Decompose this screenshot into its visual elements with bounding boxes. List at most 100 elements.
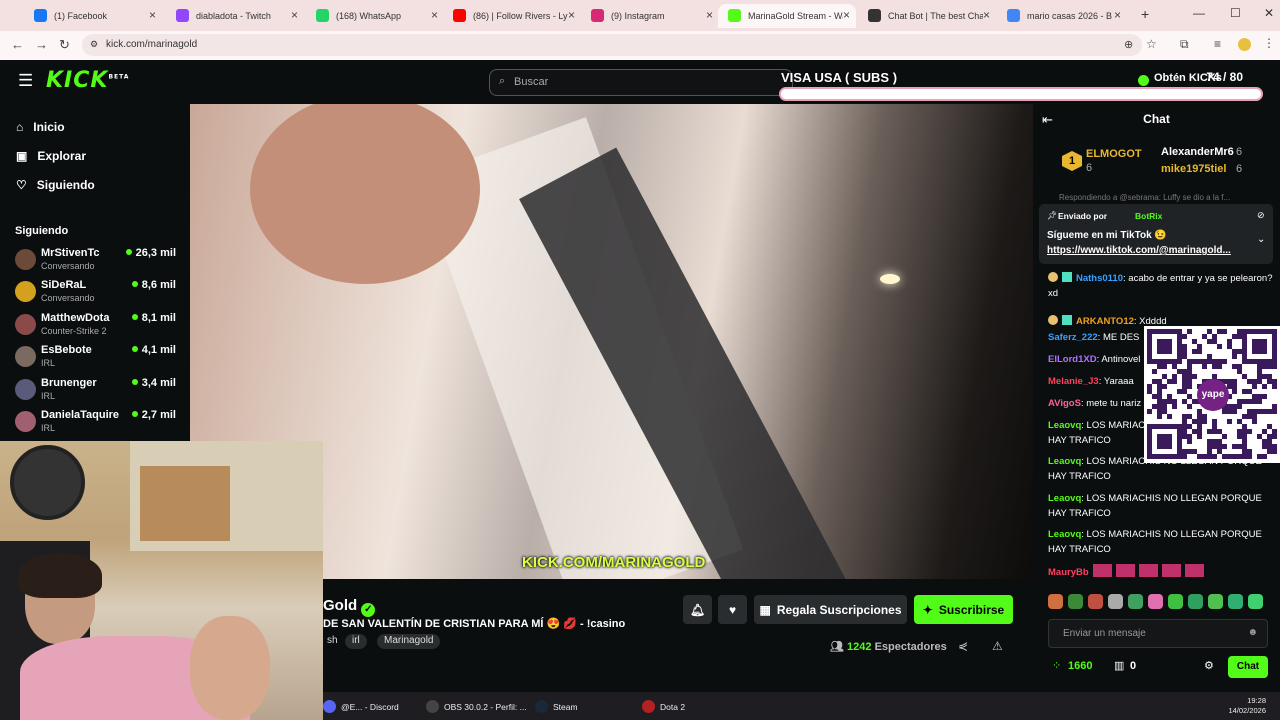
url-field[interactable]: ⚙ kick.com/marinagold xyxy=(82,34,1142,56)
notifications-button[interactable]: 🔔︎ xyxy=(683,595,712,624)
emote-icon[interactable] xyxy=(1128,594,1143,609)
system-clock[interactable]: 19:28 14/02/2026 xyxy=(1228,696,1266,716)
taskbar-app[interactable]: Dota 2 xyxy=(642,700,685,713)
pinned-link[interactable]: https://www.tiktok.com/@marinagold... xyxy=(1047,245,1252,256)
browser-tab[interactable]: (86) | Follow Rivers - Lykk × xyxy=(443,4,581,28)
taskbar-app[interactable]: @E... - Discord xyxy=(323,700,399,713)
tag-sh[interactable]: sh xyxy=(320,634,345,649)
tag-irl[interactable]: irl xyxy=(345,634,367,649)
chat-username[interactable]: AVigoS xyxy=(1048,398,1081,409)
pinned-author[interactable]: BotRix xyxy=(1135,211,1162,221)
browser-tab[interactable]: mario casas 2026 - Busca× xyxy=(997,4,1127,28)
close-tab-icon[interactable]: × xyxy=(983,8,990,22)
hamburger-menu-icon[interactable]: ☰ xyxy=(18,71,33,91)
chat-username[interactable]: ElLord1XD xyxy=(1048,354,1097,365)
following-channel[interactable]: Brunenger IRL 3,4 mil xyxy=(15,377,180,407)
nav-following[interactable]: ♡ Siguiendo xyxy=(16,178,95,192)
taskbar-app[interactable]: OBS 30.0.2 - Perfil: ... xyxy=(426,700,527,713)
back-icon[interactable]: ← xyxy=(11,37,24,52)
browser-tab[interactable]: (9) Instagram × xyxy=(581,4,719,28)
kick-logo[interactable]: KICKBETA xyxy=(46,68,129,93)
emote-icon[interactable] xyxy=(1048,594,1063,609)
follow-button[interactable]: ♥ xyxy=(718,595,747,624)
chat-username[interactable]: Naths0110 xyxy=(1076,273,1123,284)
taskbar-app[interactable]: Steam xyxy=(535,700,578,713)
second-gifter-name[interactable]: AlexanderMr6 xyxy=(1161,146,1234,158)
video-frame-light xyxy=(880,274,900,284)
subscribe-button[interactable]: ✦ Suscribirse xyxy=(914,595,1013,624)
site-info-icon[interactable]: ⚙ xyxy=(90,39,98,50)
channel-points[interactable]: 1660 xyxy=(1068,660,1092,672)
following-channel[interactable]: MrStivenTc Conversando 26,3 mil xyxy=(15,247,180,277)
extensions-icon[interactable]: ⧉ xyxy=(1180,37,1189,52)
close-window-button[interactable]: ✕ xyxy=(1264,6,1274,20)
close-tab-icon[interactable]: × xyxy=(291,8,298,22)
nav-browse[interactable]: ▣ Explorar xyxy=(16,149,86,163)
menu-dots-icon[interactable]: ⋮ xyxy=(1263,36,1275,50)
following-channel[interactable]: MatthewDota Counter-Strike 2 8,1 mil xyxy=(15,312,180,342)
chat-username[interactable]: Leaovq xyxy=(1048,529,1081,540)
close-tab-icon[interactable]: × xyxy=(149,8,156,22)
browser-tab[interactable]: diabladota - Twitch × xyxy=(166,4,304,28)
emote-icon[interactable] xyxy=(1208,594,1223,609)
emote-icon[interactable] xyxy=(1068,594,1083,609)
points-icon: ⁘ xyxy=(1052,660,1062,672)
close-tab-icon[interactable]: × xyxy=(706,8,713,22)
chat-username[interactable]: Melanie_J3 xyxy=(1048,376,1099,387)
chevron-down-icon[interactable]: ⌄ xyxy=(1257,234,1265,245)
gift-subs-button[interactable]: ▦ Regala Suscripciones xyxy=(754,595,907,624)
hide-pin-icon[interactable]: ⊘ xyxy=(1257,210,1265,221)
following-channel-name: MrStivenTc xyxy=(41,247,100,259)
nav-home[interactable]: ⌂ Inicio xyxy=(16,120,65,134)
chat-message-input[interactable]: Enviar un mensaje ☻ xyxy=(1048,619,1268,648)
third-gifter-name[interactable]: mike1975tiel xyxy=(1161,163,1226,175)
emote-icon[interactable] xyxy=(1148,594,1163,609)
profile-avatar[interactable] xyxy=(1238,38,1251,51)
minimize-button[interactable]: — xyxy=(1193,6,1205,20)
following-channel[interactable]: DanielaTaquire IRL 2,7 mil xyxy=(15,409,180,439)
following-channel[interactable]: EsBebote IRL 4,1 mil xyxy=(15,344,180,374)
emote-icon[interactable] xyxy=(1088,594,1103,609)
following-channel-category: Counter-Strike 2 xyxy=(41,325,107,336)
chat-username[interactable]: Leaovq xyxy=(1048,420,1081,431)
following-channel[interactable]: SiDeRaL Conversando 8,6 mil xyxy=(15,279,180,309)
send-chat-button[interactable]: Chat xyxy=(1228,656,1268,678)
close-tab-icon[interactable]: × xyxy=(431,8,438,22)
browser-tab[interactable]: (1) Facebook × xyxy=(24,4,162,28)
emote-icon[interactable] xyxy=(1248,594,1263,609)
emote-icon[interactable] xyxy=(1108,594,1123,609)
close-tab-icon[interactable]: × xyxy=(843,8,850,22)
emote-icon[interactable] xyxy=(1228,594,1243,609)
chat-username[interactable]: Leaovq xyxy=(1048,493,1081,504)
chat-username[interactable]: Saferz_222 xyxy=(1048,332,1098,343)
browser-tab[interactable]: Chat Bot | The best Chat × xyxy=(858,4,996,28)
reload-icon[interactable]: ↻ xyxy=(59,37,70,53)
close-tab-icon[interactable]: × xyxy=(1114,8,1121,22)
chat-settings-icon[interactable]: ⚙ xyxy=(1204,659,1214,672)
chat-username[interactable]: Leaovq xyxy=(1048,456,1081,467)
new-tab-button[interactable]: + xyxy=(1141,6,1149,22)
browser-tab[interactable]: (168) WhatsApp × xyxy=(306,4,444,28)
gift-icon: ▦ xyxy=(759,602,771,617)
tag-marinagold[interactable]: Marinagold xyxy=(377,634,441,649)
maximize-button[interactable]: ☐ xyxy=(1230,6,1241,20)
zoom-icon[interactable]: ⊕ xyxy=(1124,38,1133,51)
emoji-icon[interactable]: ☻ xyxy=(1247,627,1258,638)
top-gifter-name[interactable]: ELMOGOT xyxy=(1086,148,1142,160)
chat-username[interactable]: ARKANTO12 xyxy=(1076,316,1134,327)
share-icon[interactable]: ⋞ xyxy=(958,639,968,653)
emote-icon[interactable] xyxy=(1188,594,1203,609)
emote-icon[interactable] xyxy=(1168,594,1183,609)
pinned-message[interactable]: 📌︎ Enviado por BotRix ⊘ Sígueme en mi Ti… xyxy=(1039,204,1273,264)
browser-tab[interactable]: MarinaGold Stream - Wat × xyxy=(718,4,856,28)
close-tab-icon[interactable]: × xyxy=(568,8,575,22)
search-input[interactable]: ⌕ Buscar xyxy=(489,69,793,96)
bookmark-star-icon[interactable]: ☆ xyxy=(1146,37,1157,51)
forward-icon[interactable]: → xyxy=(35,37,48,52)
tab-search-icon[interactable]: ≡ xyxy=(1214,37,1221,51)
chat-username[interactable]: MauryBb xyxy=(1048,567,1089,578)
sub-badge-icon xyxy=(1062,272,1072,282)
report-icon[interactable]: ⚠ xyxy=(992,639,1003,653)
gift-count[interactable]: 0 xyxy=(1130,660,1136,672)
channel-name[interactable]: Gold ✓ xyxy=(323,597,376,617)
